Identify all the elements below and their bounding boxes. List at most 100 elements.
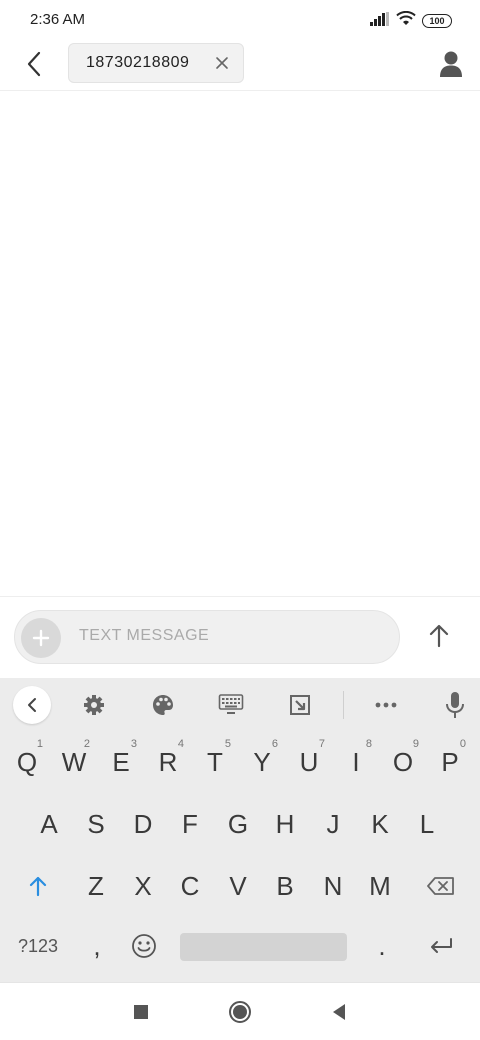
key-label: W [61, 746, 87, 777]
key-label: E [112, 746, 130, 777]
backspace-icon [427, 877, 454, 895]
theme-button[interactable] [145, 687, 181, 723]
keyboard-mode-button[interactable] [213, 687, 249, 723]
shift-key[interactable] [16, 860, 60, 912]
key-hint: 2 [83, 738, 90, 750]
key-e[interactable]: E3 [99, 736, 143, 788]
plus-icon [32, 629, 50, 647]
key-j[interactable]: J [311, 798, 355, 850]
key-g[interactable]: G [216, 798, 260, 850]
home-circle-icon [229, 1001, 251, 1023]
home-button[interactable] [225, 997, 255, 1027]
key-b[interactable]: B [263, 860, 307, 912]
key-hint: 3 [130, 738, 137, 750]
status-icons: 100 [370, 10, 452, 31]
key-v[interactable]: V [216, 860, 260, 912]
key-q[interactable]: Q1 [5, 736, 49, 788]
back-nav-button[interactable] [324, 997, 354, 1027]
more-icon [375, 702, 397, 708]
key-hint: 4 [177, 738, 184, 750]
shift-arrow-icon [29, 876, 47, 897]
settings-button[interactable] [76, 687, 112, 723]
key-hint: 8 [365, 738, 372, 750]
key-r[interactable]: R4 [146, 736, 190, 788]
key-label: U [299, 746, 319, 777]
key-k[interactable]: K [358, 798, 402, 850]
key-p[interactable]: P0 [428, 736, 472, 788]
navigation-bar [0, 982, 480, 1040]
close-icon[interactable] [215, 56, 229, 70]
backspace-key[interactable] [419, 860, 463, 912]
back-triangle-icon [333, 1004, 345, 1020]
key-n[interactable]: N [311, 860, 355, 912]
key-hint: 5 [224, 738, 231, 750]
keyboard: Q1 W2 E3 R4 T5 Y6 U7 I8 O9 P0 A S D F G … [0, 678, 480, 982]
recents-button[interactable] [126, 997, 156, 1027]
add-attachment-button[interactable] [21, 618, 61, 658]
key-y[interactable]: Y6 [240, 736, 284, 788]
comma-key[interactable]: , [75, 920, 119, 972]
chevron-left-icon [28, 698, 36, 712]
key-s[interactable]: S [74, 798, 118, 850]
space-bar[interactable] [180, 933, 347, 961]
key-a[interactable]: A [27, 798, 71, 850]
message-input-placeholder[interactable]: TEXT MESSAGE [79, 627, 209, 645]
symbols-key[interactable]: ?123 [14, 920, 62, 972]
key-t[interactable]: T5 [193, 736, 237, 788]
key-u[interactable]: U7 [287, 736, 331, 788]
toolbar-divider [343, 691, 344, 719]
enter-icon [431, 938, 452, 953]
collapse-toolbar-button[interactable] [13, 686, 51, 724]
key-l[interactable]: L [405, 798, 449, 850]
key-w[interactable]: W2 [52, 736, 96, 788]
conversation-area [0, 91, 480, 596]
signal-icon [370, 11, 390, 31]
status-bar: 2:36 AM 100 [0, 0, 480, 40]
emoji-key[interactable] [122, 920, 166, 972]
back-button[interactable] [18, 48, 50, 80]
key-m[interactable]: M [358, 860, 402, 912]
recents-square-icon [134, 1005, 148, 1019]
key-c[interactable]: C [168, 860, 212, 912]
conversation-header: 18730218809 [0, 40, 480, 91]
key-label: Q [16, 746, 38, 777]
key-o[interactable]: O9 [381, 736, 425, 788]
keyboard-toolbar [0, 678, 480, 732]
key-f[interactable]: F [168, 798, 212, 850]
resize-button[interactable] [282, 687, 318, 723]
key-label: I [352, 746, 360, 777]
message-field[interactable]: TEXT MESSAGE [14, 610, 400, 664]
key-x[interactable]: X [121, 860, 165, 912]
key-hint: 9 [412, 738, 419, 750]
period-key[interactable]: . [360, 920, 404, 972]
more-options-button[interactable] [368, 687, 404, 723]
send-arrow-icon [429, 624, 449, 648]
recipient-chip[interactable]: 18730218809 [68, 43, 244, 83]
key-i[interactable]: I8 [334, 736, 378, 788]
enter-key[interactable] [419, 920, 463, 972]
wifi-icon [396, 10, 416, 31]
key-h[interactable]: H [263, 798, 307, 850]
contact-button[interactable] [438, 50, 464, 78]
key-label: O [392, 746, 414, 777]
recipient-number: 18730218809 [86, 54, 190, 71]
composer: TEXT MESSAGE [0, 596, 480, 678]
key-label: Y [253, 746, 271, 777]
key-hint: 6 [271, 738, 278, 750]
resize-icon [290, 695, 310, 715]
send-button[interactable] [422, 619, 456, 653]
keyboard-icon [218, 694, 244, 714]
emoji-icon [132, 934, 156, 958]
gear-icon [84, 695, 104, 715]
microphone-icon [446, 692, 464, 718]
key-hint: 7 [318, 738, 325, 750]
key-label: P [441, 746, 459, 777]
key-label: T [207, 746, 223, 777]
key-z[interactable]: Z [74, 860, 118, 912]
back-arrow-icon [27, 51, 41, 77]
key-hint: 1 [36, 738, 43, 750]
battery-icon: 100 [422, 14, 452, 28]
key-hint: 0 [459, 738, 466, 750]
voice-input-button[interactable] [437, 687, 473, 723]
key-d[interactable]: D [121, 798, 165, 850]
